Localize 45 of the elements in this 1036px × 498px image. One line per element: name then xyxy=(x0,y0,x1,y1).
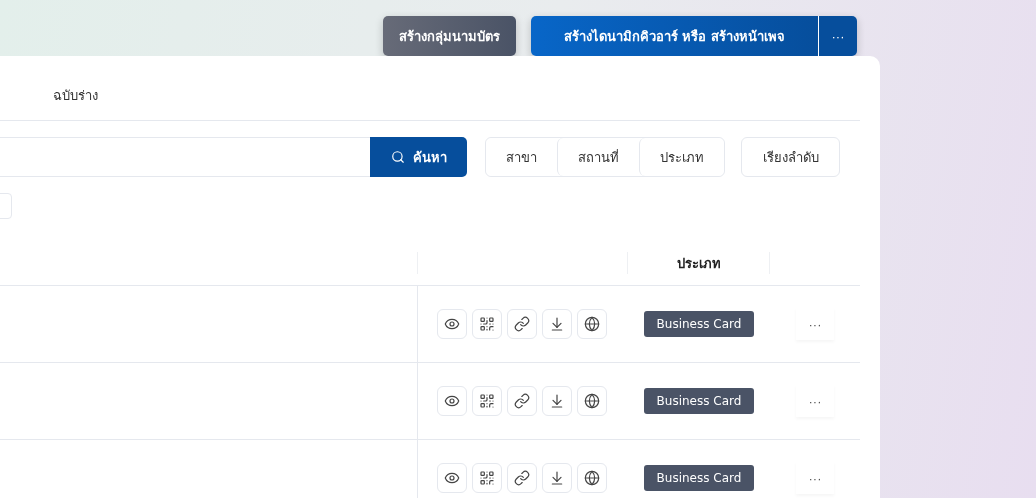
column-header: ประเภท xyxy=(676,254,721,273)
view-eye-icon xyxy=(444,316,460,332)
link-button[interactable] xyxy=(507,386,537,416)
download-icon xyxy=(549,470,565,486)
view-eye-button[interactable] xyxy=(437,463,467,493)
qr-code-icon xyxy=(479,316,495,332)
search-field[interactable] xyxy=(0,137,370,177)
download-icon xyxy=(549,316,565,332)
globe-button[interactable] xyxy=(577,386,607,416)
download-icon xyxy=(549,393,565,409)
view-eye-button[interactable] xyxy=(437,309,467,339)
globe-button[interactable] xyxy=(577,463,607,493)
search-icon xyxy=(390,150,405,164)
qr-code-button[interactable] xyxy=(472,309,502,339)
row-menu-button[interactable]: ··· xyxy=(796,462,834,494)
link-button[interactable] xyxy=(507,463,537,493)
globe-icon xyxy=(584,316,600,332)
qr-code-icon xyxy=(479,393,495,409)
view-eye-button[interactable] xyxy=(437,386,467,416)
link-icon xyxy=(514,393,530,409)
qr-code-button[interactable] xyxy=(472,463,502,493)
globe-icon xyxy=(584,470,600,486)
tab[interactable]: ฉบับร่าง xyxy=(53,85,98,120)
download-button[interactable] xyxy=(542,309,572,339)
download-button[interactable] xyxy=(542,386,572,416)
create-group-button[interactable]: สร้างกลุ่มนามบัตร xyxy=(383,16,516,56)
link-button[interactable] xyxy=(507,309,537,339)
more-options-button[interactable]: ··· xyxy=(818,16,857,56)
type-tag: Business Card xyxy=(643,311,755,337)
create-dynamic-qr-button[interactable]: สร้างไดนามิกคิวอาร์ หรือ สร้างหน้าเพจ xyxy=(531,16,818,56)
qr-code-button[interactable] xyxy=(472,386,502,416)
type-tag: Business Card xyxy=(643,465,755,491)
link-icon xyxy=(514,316,530,332)
globe-button[interactable] xyxy=(577,309,607,339)
search-button[interactable]: ค้นหา xyxy=(370,137,467,177)
globe-icon xyxy=(584,393,600,409)
row-menu-button[interactable]: ··· xyxy=(796,385,834,417)
link-icon xyxy=(514,470,530,486)
row-menu-button[interactable]: ··· xyxy=(796,308,834,340)
sort-button[interactable]: เรียงลำดับ xyxy=(741,137,840,177)
type-tag: Business Card xyxy=(643,388,755,414)
qr-code-icon xyxy=(479,470,495,486)
view-eye-icon xyxy=(444,470,460,486)
view-eye-icon xyxy=(444,393,460,409)
download-button[interactable] xyxy=(542,463,572,493)
